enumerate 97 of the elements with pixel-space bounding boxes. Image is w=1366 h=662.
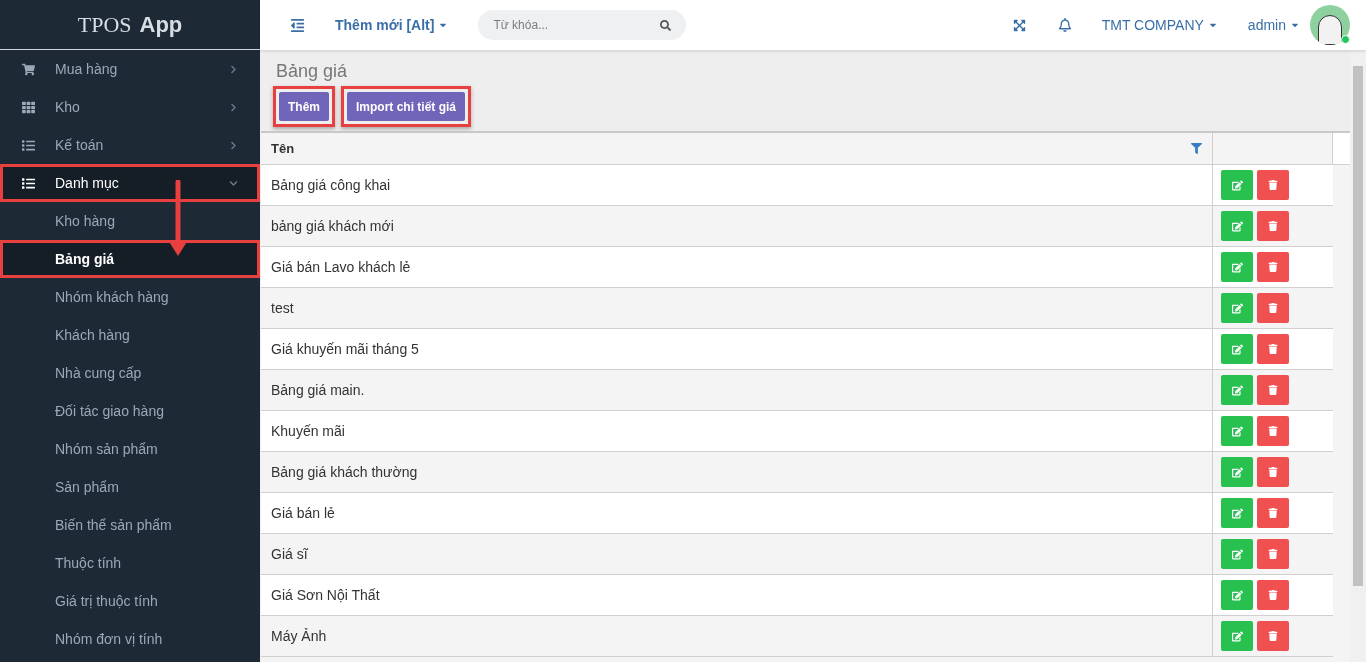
company-menu[interactable]: TMT COMPANY: [1101, 14, 1218, 36]
menu-icon: [22, 176, 35, 190]
fullscreen-icon[interactable]: [1012, 18, 1026, 32]
delete-button[interactable]: [1257, 170, 1289, 200]
trash-icon: [1268, 467, 1278, 477]
submenu-item[interactable]: Nhóm khách hàng: [0, 278, 260, 316]
edit-button[interactable]: [1221, 539, 1253, 569]
submenu-item[interactable]: Giá trị thuộc tính: [0, 582, 260, 620]
table-cell: Giá khuyến mãi tháng 5: [261, 329, 1213, 369]
filter-icon[interactable]: [1191, 143, 1202, 154]
table-cell: bảng giá khách mới: [261, 206, 1213, 246]
sidebar-item[interactable]: Kế toán: [0, 126, 260, 164]
submenu-item[interactable]: Bảng giá: [0, 240, 260, 278]
submenu-item[interactable]: Nhóm đơn vị tính: [0, 620, 260, 658]
trash-icon: [1268, 180, 1278, 190]
delete-button[interactable]: [1257, 416, 1289, 446]
chevron-right-icon: [229, 64, 238, 74]
edit-button[interactable]: [1221, 170, 1253, 200]
table-cell: Bảng giá công khai: [261, 165, 1213, 205]
submenu-item[interactable]: Sản phẩm: [0, 468, 260, 506]
chevron-right-icon: [229, 102, 238, 112]
trash-icon: [1268, 508, 1278, 518]
menu-icon: [22, 100, 35, 114]
edit-icon: [1231, 507, 1243, 519]
edit-button[interactable]: [1221, 416, 1253, 446]
edit-icon: [1231, 630, 1243, 642]
menu-icon: [22, 62, 35, 76]
table-cell: test: [261, 288, 1213, 328]
sidebar-item[interactable]: Danh mục: [0, 164, 260, 202]
chevron-right-icon: [229, 140, 238, 150]
submenu-item[interactable]: Biến thể sản phẩm: [0, 506, 260, 544]
sidebar-item[interactable]: Mua hàng: [0, 50, 260, 88]
edit-icon: [1231, 384, 1243, 396]
table-cell: Giá bán lẻ: [261, 493, 1213, 533]
delete-button[interactable]: [1257, 621, 1289, 651]
trash-icon: [1268, 549, 1278, 559]
action-button[interactable]: Thêm: [279, 92, 329, 121]
edit-icon: [1231, 261, 1243, 273]
edit-button[interactable]: [1221, 293, 1253, 323]
table-cell: Khuyến mãi: [261, 411, 1213, 451]
trash-icon: [1268, 426, 1278, 436]
delete-button[interactable]: [1257, 457, 1289, 487]
submenu-item[interactable]: Nhóm sản phẩm: [0, 430, 260, 468]
edit-icon: [1231, 466, 1243, 478]
menu-icon: [22, 138, 35, 152]
avatar[interactable]: [1310, 5, 1350, 45]
user-menu[interactable]: admin: [1247, 14, 1300, 36]
submenu-item[interactable]: Kho hàng: [0, 202, 260, 240]
edit-button[interactable]: [1221, 580, 1253, 610]
trash-icon: [1268, 303, 1278, 313]
table-cell: Giá sĩ: [261, 534, 1213, 574]
submenu-item[interactable]: Đối tác giao hàng: [0, 392, 260, 430]
edit-button[interactable]: [1221, 334, 1253, 364]
edit-icon: [1231, 302, 1243, 314]
trash-icon: [1268, 631, 1278, 641]
delete-button[interactable]: [1257, 293, 1289, 323]
trash-icon: [1268, 590, 1278, 600]
edit-button[interactable]: [1221, 498, 1253, 528]
delete-button[interactable]: [1257, 211, 1289, 241]
action-button[interactable]: Import chi tiết giá: [347, 92, 466, 121]
delete-button[interactable]: [1257, 334, 1289, 364]
edit-button[interactable]: [1221, 457, 1253, 487]
edit-icon: [1231, 220, 1243, 232]
trash-icon: [1268, 221, 1278, 231]
submenu-item[interactable]: Thuộc tính: [0, 544, 260, 582]
delete-button[interactable]: [1257, 498, 1289, 528]
sidebar-item[interactable]: Kho: [0, 88, 260, 126]
edit-icon: [1231, 548, 1243, 560]
new-menu-button[interactable]: Thêm mới [Alt]: [335, 14, 449, 36]
edit-icon: [1231, 589, 1243, 601]
table-cell: Giá Sơn Nội Thất: [261, 575, 1213, 615]
delete-button[interactable]: [1257, 252, 1289, 282]
delete-button[interactable]: [1257, 539, 1289, 569]
table-cell: Bảng giá main.: [261, 370, 1213, 410]
table-cell: Máy Ảnh: [261, 616, 1213, 656]
notification-icon[interactable]: [1057, 18, 1072, 32]
trash-icon: [1268, 385, 1278, 395]
edit-button[interactable]: [1221, 211, 1253, 241]
edit-button[interactable]: [1221, 621, 1253, 651]
table-cell: Bảng giá khách thường: [261, 452, 1213, 492]
edit-icon: [1231, 343, 1243, 355]
delete-button[interactable]: [1257, 375, 1289, 405]
delete-button[interactable]: [1257, 580, 1289, 610]
edit-icon: [1231, 425, 1243, 437]
search-icon[interactable]: [660, 20, 672, 31]
edit-button[interactable]: [1221, 252, 1253, 282]
search-field[interactable]: Từ khóa...: [478, 10, 687, 40]
chevron-down-icon: [229, 178, 238, 188]
submenu-item[interactable]: Nhà cung cấp: [0, 354, 260, 392]
edit-icon: [1231, 179, 1243, 191]
trash-icon: [1268, 344, 1278, 354]
trash-icon: [1268, 262, 1278, 272]
table-cell: Giá bán Lavo khách lẻ: [261, 247, 1213, 287]
edit-button[interactable]: [1221, 375, 1253, 405]
submenu-item[interactable]: Khách hàng: [0, 316, 260, 354]
menu-toggle-icon[interactable]: [290, 17, 305, 33]
page-title: Bảng giá: [275, 60, 349, 82]
